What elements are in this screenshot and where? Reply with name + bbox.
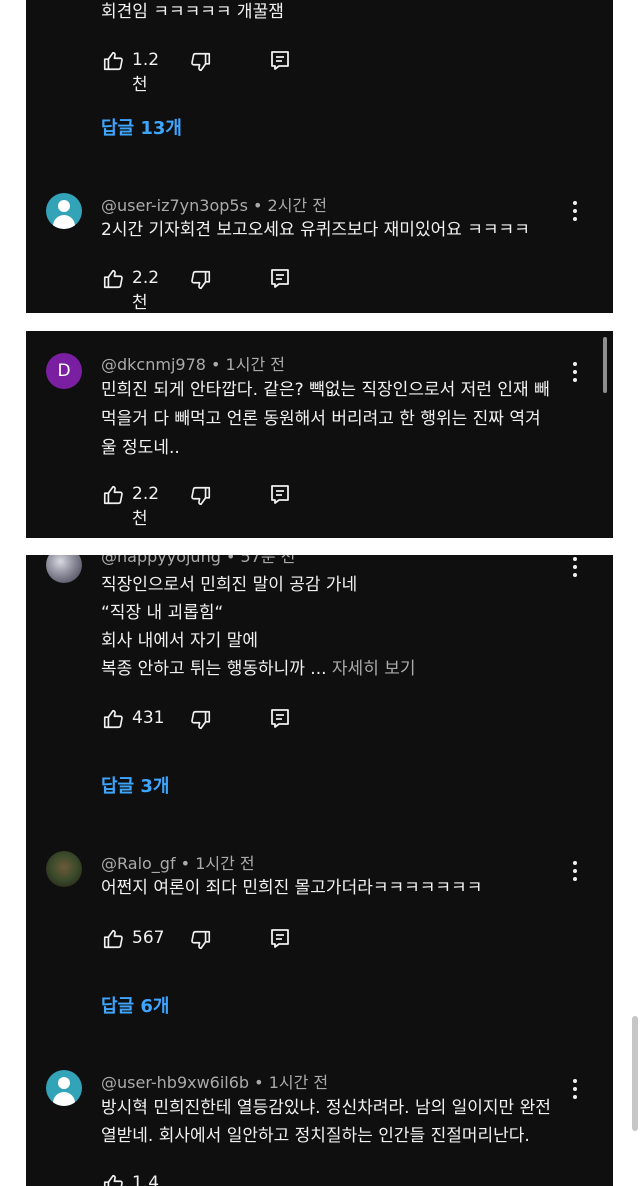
reply-icon[interactable] xyxy=(270,484,290,504)
like-icon[interactable] xyxy=(102,1173,124,1186)
scrollbar-thumb[interactable] xyxy=(603,337,607,393)
comment-text-line: 회사 내에서 자기 말에 xyxy=(101,631,258,651)
comment-text-line: 2시간 기자회견 보고오세요 유퀴즈보다 재미있어요 ㅋㅋㅋㅋ xyxy=(101,220,530,240)
avatar-head-shape xyxy=(58,200,70,212)
comment-time: 1시간 전 xyxy=(268,1073,329,1092)
author-handle[interactable]: @user-iz7yn3op5s xyxy=(101,196,248,215)
comment-header: @user-hb9xw6il6b • 1시간 전 xyxy=(101,1069,328,1093)
author-handle[interactable]: @happyyojung xyxy=(101,555,221,566)
like-count: 1.4천 xyxy=(132,1173,160,1186)
like-count: 2.2천 xyxy=(132,484,160,529)
comment-header: @dkcnmj978 • 1시간 전 xyxy=(101,351,285,375)
comment-time: 2시간 전 xyxy=(267,196,327,215)
user-photo-avatar[interactable] xyxy=(46,851,82,887)
view-replies-link[interactable]: 답글 3개 xyxy=(101,772,169,798)
reply-icon[interactable] xyxy=(270,268,290,288)
comment-text-line: 방시혁 민희진한테 열등감있냐. 정신차려라. 남의 일이지만 완전 xyxy=(101,1098,551,1118)
like-icon[interactable] xyxy=(102,268,124,290)
comment-text-line: 울 정도네.. xyxy=(101,438,180,458)
meta-separator: • xyxy=(249,1073,269,1092)
more-options-icon[interactable] xyxy=(573,201,577,225)
more-options-icon[interactable] xyxy=(573,861,577,885)
comment-time: 57분 전 xyxy=(240,555,296,566)
like-icon[interactable] xyxy=(102,928,124,950)
dislike-icon[interactable] xyxy=(190,269,212,291)
comment-text-line: 어쩐지 여론이 죄다 민희진 몰고가더라ㅋㅋㅋㅋㅋㅋㅋ xyxy=(101,878,483,898)
more-options-icon[interactable] xyxy=(573,557,577,581)
comment-text-line: 민희진 되게 안타깝다. 같은? 빽없는 직장인으로서 저런 인재 빼 xyxy=(101,380,550,400)
avatar-body-shape xyxy=(53,215,75,229)
like-icon[interactable] xyxy=(102,708,124,730)
reply-icon[interactable] xyxy=(270,50,290,70)
comment-text-line: 먹을거 다 빼먹고 언론 동원해서 버리려고 한 행위는 진짜 역겨 xyxy=(101,409,541,429)
dislike-icon[interactable] xyxy=(190,929,212,951)
comment-text: 회견임 ㅋㅋㅋㅋㅋ 개꿀잼 xyxy=(101,2,284,22)
comment-panel-3: @happyyojung • 57분 전 직장인으로서 민희진 말이 공감 가네… xyxy=(26,555,613,1186)
more-options-icon[interactable] xyxy=(573,362,577,386)
comment-text-line: 복종 안하고 튀는 행동하니까 ... 자세히 보기 xyxy=(101,655,416,683)
user-photo-avatar[interactable] xyxy=(46,555,82,583)
like-count: 431 xyxy=(132,708,165,728)
meta-separator: • xyxy=(220,555,241,566)
avatar-body-shape xyxy=(53,1092,75,1106)
meta-separator: • xyxy=(247,196,268,215)
author-handle[interactable]: @user-hb9xw6il6b xyxy=(101,1073,249,1092)
comment-time: 1시간 전 xyxy=(195,854,255,873)
comment-text-line: “직장 내 괴롭힘“ xyxy=(101,603,224,623)
like-count: 2.2천 xyxy=(132,268,160,313)
comment-header: @user-iz7yn3op5s • 2시간 전 xyxy=(101,192,327,216)
letter-avatar[interactable]: D xyxy=(46,353,82,389)
meta-separator: • xyxy=(205,355,226,374)
dislike-icon[interactable] xyxy=(190,51,212,73)
more-options-icon[interactable] xyxy=(573,1079,577,1103)
like-icon[interactable] xyxy=(102,50,124,72)
default-avatar-icon[interactable] xyxy=(46,1070,82,1106)
read-more-link[interactable]: 자세히 보기 xyxy=(332,659,416,679)
default-avatar-icon[interactable] xyxy=(46,193,82,229)
like-icon[interactable] xyxy=(102,484,124,506)
like-count: 567 xyxy=(132,928,165,948)
page-scrollbar[interactable] xyxy=(632,1016,638,1131)
comment-panel-1: 회견임 ㅋㅋㅋㅋㅋ 개꿀잼 1.2천 답글 13개 @user-iz7yn3op… xyxy=(26,0,613,313)
author-handle[interactable]: @Ralo_gf xyxy=(101,854,176,873)
reply-icon[interactable] xyxy=(270,928,290,948)
comment-text-line: 열받네. 회사에서 일안하고 정치질하는 인간들 진절머리난다. xyxy=(101,1126,530,1146)
author-handle[interactable]: @dkcnmj978 xyxy=(101,355,206,374)
comment-text-line: 직장인으로서 민희진 말이 공감 가네 xyxy=(101,575,358,595)
view-replies-link[interactable]: 답글 13개 xyxy=(101,114,182,140)
avatar-head-shape xyxy=(58,1077,70,1089)
comment-time: 1시간 전 xyxy=(225,355,285,374)
comment-header: @Ralo_gf • 1시간 전 xyxy=(101,850,255,874)
reply-icon[interactable] xyxy=(270,708,290,728)
dislike-icon[interactable] xyxy=(190,485,212,507)
meta-separator: • xyxy=(175,854,196,873)
comment-header: @happyyojung • 57분 전 xyxy=(101,555,295,567)
like-count: 1.2천 xyxy=(132,50,160,95)
comment-panel-2: D @dkcnmj978 • 1시간 전 민희진 되게 안타깝다. 같은? 빽없… xyxy=(26,331,613,538)
dislike-icon[interactable] xyxy=(190,709,212,731)
view-replies-link[interactable]: 답글 6개 xyxy=(101,992,169,1018)
comment-text-truncated: 복종 안하고 튀는 행동하니까 ... xyxy=(101,659,327,679)
